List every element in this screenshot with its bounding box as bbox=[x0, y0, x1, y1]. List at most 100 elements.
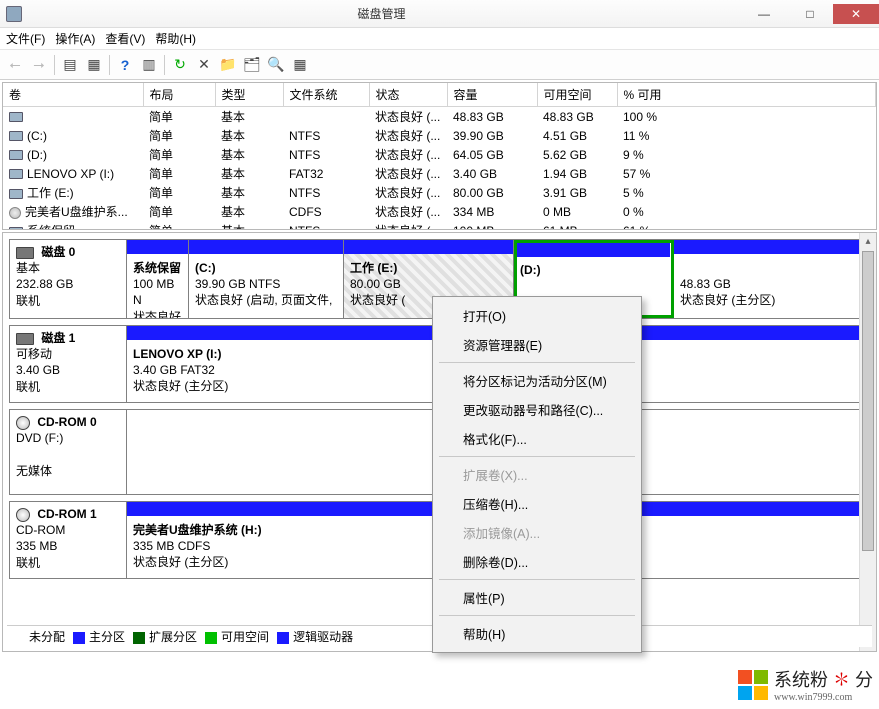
vol-pct: 9 % bbox=[617, 145, 876, 164]
table-row[interactable]: 完美者U盘维护系...简单基本CDFS状态良好 (...334 MB0 MB0 … bbox=[3, 202, 876, 221]
tool3-icon[interactable]: ▦ bbox=[289, 54, 311, 76]
vol-cap: 64.05 GB bbox=[447, 145, 537, 164]
vol-name: LENOVO XP (I:) bbox=[27, 167, 114, 181]
back-button[interactable]: ⭠ bbox=[4, 54, 26, 76]
col-layout[interactable]: 布局 bbox=[143, 83, 215, 107]
vol-cap: 48.83 GB bbox=[447, 107, 537, 127]
partition-bar bbox=[189, 240, 343, 254]
col-type[interactable]: 类型 bbox=[215, 83, 283, 107]
vol-pct: 57 % bbox=[617, 164, 876, 183]
col-cap[interactable]: 容量 bbox=[447, 83, 537, 107]
disk-label-cd1[interactable]: CD-ROM 1 CD-ROM 335 MB 联机 bbox=[9, 501, 127, 579]
partition-line: 100 MB N bbox=[133, 277, 174, 307]
help-icon[interactable]: ? bbox=[114, 54, 136, 76]
ctx-explorer[interactable]: 资源管理器(E) bbox=[435, 330, 639, 359]
toolbar-sep bbox=[109, 55, 110, 75]
tool1-icon[interactable]: 🗂 bbox=[241, 54, 263, 76]
menu-file[interactable]: 文件(F) bbox=[6, 30, 45, 47]
refresh-icon[interactable]: ↻ bbox=[169, 54, 191, 76]
open-icon[interactable]: 📁 bbox=[217, 54, 239, 76]
disk-label-cd0[interactable]: CD-ROM 0 DVD (F:) 无媒体 bbox=[9, 409, 127, 495]
partition-sysres[interactable]: 系统保留 100 MB N 状态良好 bbox=[127, 240, 189, 318]
partition-line: 状态良好 (主分区) bbox=[680, 293, 775, 307]
volume-icon bbox=[9, 227, 23, 230]
table-row[interactable]: (C:)简单基本NTFS状态良好 (...39.90 GB4.51 GB11 % bbox=[3, 126, 876, 145]
vol-free: 1.94 GB bbox=[537, 164, 617, 183]
vol-layout: 简单 bbox=[143, 145, 215, 164]
ctx-extend: 扩展卷(X)... bbox=[435, 460, 639, 489]
partition-line: 3.40 GB FAT32 bbox=[133, 363, 215, 377]
toolbar: ⭠ ⭢ ▤ ▦ ? ▥ ↻ ✕ 📁 🗂 🔍 ▦ bbox=[0, 50, 879, 80]
vol-layout: 简单 bbox=[143, 107, 215, 127]
table-row[interactable]: 简单基本状态良好 (...48.83 GB48.83 GB100 % bbox=[3, 107, 876, 127]
col-fs[interactable]: 文件系统 bbox=[283, 83, 369, 107]
scrollbar-vertical[interactable]: ▴ ▾ bbox=[859, 233, 876, 651]
menu-view[interactable]: 查看(V) bbox=[105, 30, 145, 47]
ctx-mirror: 添加镜像(A)... bbox=[435, 518, 639, 547]
ctx-active[interactable]: 将分区标记为活动分区(M) bbox=[435, 366, 639, 395]
col-pct[interactable]: % 可用 bbox=[617, 83, 876, 107]
partition-title: (D:) bbox=[520, 263, 541, 277]
table-row[interactable]: 系统保留简单基本NTFS状态良好 (...100 MB61 MB61 % bbox=[3, 221, 876, 230]
ctx-shrink[interactable]: 压缩卷(H)... bbox=[435, 489, 639, 518]
minimize-button[interactable]: — bbox=[741, 4, 787, 24]
props-button[interactable]: ▥ bbox=[138, 54, 160, 76]
ctx-props[interactable]: 属性(P) bbox=[435, 583, 639, 612]
partition-line: 状态良好 (主分区) bbox=[133, 555, 228, 569]
vol-name: 系统保留 bbox=[27, 224, 75, 230]
forward-button[interactable]: ⭢ bbox=[28, 54, 50, 76]
partition-title: 完美者U盘维护系统 (H:) bbox=[133, 523, 262, 537]
partition-title: 工作 (E:) bbox=[350, 261, 397, 275]
vol-status: 状态良好 (... bbox=[369, 221, 447, 230]
ctx-open[interactable]: 打开(O) bbox=[435, 301, 639, 330]
disk-label-0[interactable]: 磁盘 0 基本 232.88 GB 联机 bbox=[9, 239, 127, 319]
menu-action[interactable]: 操作(A) bbox=[55, 30, 95, 47]
partition-title: 系统保留 bbox=[133, 261, 181, 275]
maximize-button[interactable]: □ bbox=[787, 4, 833, 24]
ctx-format[interactable]: 格式化(F)... bbox=[435, 424, 639, 453]
vol-status: 状态良好 (... bbox=[369, 183, 447, 202]
panes1-button[interactable]: ▤ bbox=[59, 54, 81, 76]
col-free[interactable]: 可用空间 bbox=[537, 83, 617, 107]
ctx-sep bbox=[439, 615, 635, 616]
vol-pct: 11 % bbox=[617, 126, 876, 145]
vol-layout: 简单 bbox=[143, 183, 215, 202]
vol-cap: 3.40 GB bbox=[447, 164, 537, 183]
ctx-change[interactable]: 更改驱动器号和路径(C)... bbox=[435, 395, 639, 424]
partition-free[interactable]: 48.83 GB 状态良好 (主分区) bbox=[674, 240, 867, 318]
vol-name: 工作 (E:) bbox=[27, 186, 74, 200]
table-row[interactable]: LENOVO XP (I:)简单基本FAT32状态良好 (...3.40 GB1… bbox=[3, 164, 876, 183]
ctx-help[interactable]: 帮助(H) bbox=[435, 619, 639, 648]
tool2-icon[interactable]: 🔍 bbox=[265, 54, 287, 76]
scroll-thumb[interactable] bbox=[862, 251, 874, 551]
disk-size: 3.40 GB bbox=[16, 363, 60, 377]
watermark: 系统粉 ✽ 分 www.win7999.com bbox=[738, 666, 873, 703]
vol-free: 61 MB bbox=[537, 221, 617, 230]
close-button[interactable]: ✕ bbox=[833, 4, 879, 24]
disk-state: 联机 bbox=[16, 294, 40, 308]
table-header-row: 卷 布局 类型 文件系统 状态 容量 可用空间 % 可用 bbox=[3, 83, 876, 107]
delete-icon[interactable]: ✕ bbox=[193, 54, 215, 76]
disk-label-1[interactable]: 磁盘 1 可移动 3.40 GB 联机 bbox=[9, 325, 127, 403]
vol-layout: 简单 bbox=[143, 202, 215, 221]
disk-title: 磁盘 1 bbox=[41, 331, 75, 345]
table-row[interactable]: (D:)简单基本NTFS状态良好 (...64.05 GB5.62 GB9 % bbox=[3, 145, 876, 164]
watermark-url: www.win7999.com bbox=[774, 692, 873, 703]
vol-cap: 39.90 GB bbox=[447, 126, 537, 145]
col-vol[interactable]: 卷 bbox=[3, 83, 143, 107]
menu-help[interactable]: 帮助(H) bbox=[155, 30, 196, 47]
table-row[interactable]: 工作 (E:)简单基本NTFS状态良好 (...80.00 GB3.91 GB5… bbox=[3, 183, 876, 202]
partition-title: LENOVO XP (I:) bbox=[133, 347, 221, 361]
disk-title: CD-ROM 1 bbox=[37, 507, 96, 521]
ctx-delete[interactable]: 删除卷(D)... bbox=[435, 547, 639, 576]
vol-free: 48.83 GB bbox=[537, 107, 617, 127]
volume-icon bbox=[9, 207, 21, 219]
scroll-up-icon[interactable]: ▴ bbox=[860, 233, 876, 250]
partition-line: 状态良好 (启动, 页面文件, bbox=[195, 293, 332, 307]
ms-logo-icon bbox=[738, 670, 768, 700]
partition-title: (C:) bbox=[195, 261, 216, 275]
panes2-button[interactable]: ▦ bbox=[83, 54, 105, 76]
disk-type: CD-ROM bbox=[16, 523, 65, 537]
partition-c[interactable]: (C:) 39.90 GB NTFS 状态良好 (启动, 页面文件, bbox=[189, 240, 344, 318]
col-status[interactable]: 状态 bbox=[369, 83, 447, 107]
